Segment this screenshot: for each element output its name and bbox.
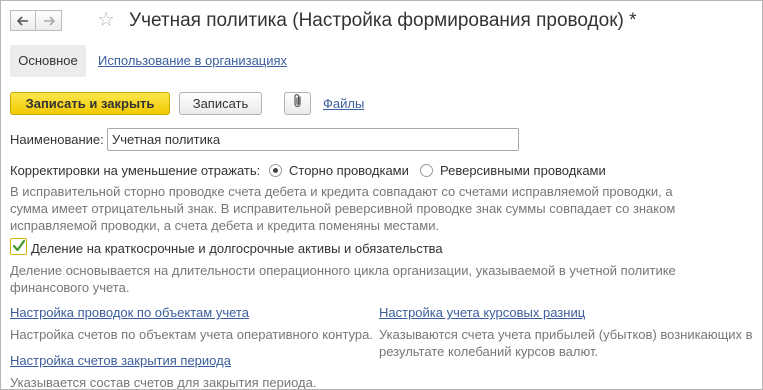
files-link[interactable]: Файлы bbox=[323, 96, 364, 111]
star-icon[interactable]: ☆ bbox=[97, 9, 115, 31]
arrow-left-icon bbox=[17, 15, 29, 26]
paperclip-icon bbox=[292, 93, 304, 115]
tab-usage-in-organizations[interactable]: Использование в организациях bbox=[98, 53, 287, 68]
hint-line: Указываются счета учета прибылей (убытко… bbox=[379, 327, 753, 342]
navigation-buttons bbox=[10, 10, 62, 31]
checkmark-icon bbox=[12, 239, 26, 256]
arrow-right-icon bbox=[43, 15, 55, 26]
form-window: ☆ Учетная политика (Настройка формирован… bbox=[0, 0, 763, 390]
name-label: Наименование: bbox=[10, 132, 104, 147]
attach-button[interactable] bbox=[284, 92, 311, 115]
hint-line: В исправительной сторно проводке счета д… bbox=[10, 184, 673, 199]
hint-line: результате колебаний курсов валют. bbox=[379, 344, 599, 359]
save-and-close-button[interactable]: Записать и закрыть bbox=[10, 92, 170, 115]
radio-reverse-label[interactable]: Реверсивными проводками bbox=[440, 163, 606, 178]
exchange-diffs-link[interactable]: Настройка учета курсовых разниц bbox=[379, 305, 585, 320]
radio-storno-label[interactable]: Сторно проводками bbox=[289, 163, 409, 178]
radio-storno[interactable] bbox=[269, 164, 282, 177]
hint-line: финансового учета. bbox=[10, 280, 130, 295]
page-title: Учетная политика (Настройка формирования… bbox=[129, 10, 637, 31]
division-checkbox[interactable] bbox=[10, 238, 27, 255]
save-button[interactable]: Записать bbox=[179, 92, 262, 115]
period-close-link[interactable]: Настройка счетов закрытия периода bbox=[10, 353, 231, 368]
exchange-diffs-hint: Указываются счета учета прибылей (убытко… bbox=[379, 326, 753, 360]
hint-line: Деление основывается на длительности опе… bbox=[10, 263, 676, 278]
hint-line: сумма имеет отрицательный знак. В исправ… bbox=[10, 201, 676, 216]
name-input[interactable]: Учетная политика bbox=[107, 128, 519, 151]
division-hint: Деление основывается на длительности опе… bbox=[10, 262, 676, 296]
corrections-label: Корректировки на уменьшение отражать: bbox=[10, 163, 261, 178]
hint-line: исправляемой проводки, а счета дебета и … bbox=[10, 218, 440, 233]
back-button[interactable] bbox=[10, 10, 36, 31]
division-checkbox-label[interactable]: Деление на краткосрочные и долгосрочные … bbox=[31, 241, 443, 256]
tab-main[interactable]: Основное bbox=[10, 45, 86, 77]
accounts-objects-link[interactable]: Настройка проводок по объектам учета bbox=[10, 305, 249, 320]
accounts-objects-hint: Настройка счетов по объектам учета опера… bbox=[10, 327, 373, 342]
period-close-hint: Указывается состав счетов для закрытия п… bbox=[10, 375, 317, 390]
forward-button[interactable] bbox=[36, 10, 62, 31]
corrections-hint: В исправительной сторно проводке счета д… bbox=[10, 183, 675, 234]
radio-reverse[interactable] bbox=[420, 164, 433, 177]
